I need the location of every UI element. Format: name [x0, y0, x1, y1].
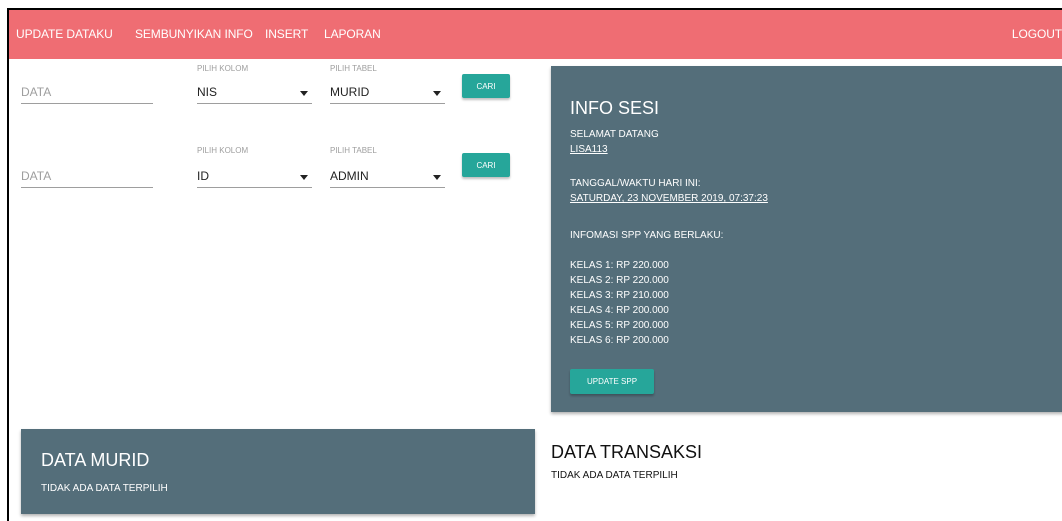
chevron-down-icon — [300, 175, 308, 180]
navbar: UPDATE DATAKU SEMBUNYIKAN INFO INSERT LA… — [9, 10, 1062, 59]
search2-kolom-label: PILIH KOLOM — [197, 146, 249, 155]
search2-data-input[interactable]: DATA — [21, 164, 153, 188]
search2-tabel-value: ADMIN — [330, 169, 369, 183]
search2-data-placeholder: DATA — [21, 169, 52, 183]
spp-row: KELAS 3: RP 210.000 — [570, 290, 669, 301]
search1-tabel-label: PILIH TABEL — [330, 64, 377, 73]
nav-update-dataku[interactable]: UPDATE DATAKU — [16, 27, 113, 41]
search2-tabel-select[interactable]: ADMIN — [330, 164, 445, 188]
chevron-down-icon — [433, 175, 441, 180]
datetime-value: SATURDAY, 23 NOVEMBER 2019, 07:37:23 — [570, 193, 768, 204]
welcome-text: SELAMAT DATANG — [570, 129, 659, 140]
spp-row: KELAS 2: RP 220.000 — [570, 275, 669, 286]
search1-cari-button[interactable]: CARI — [462, 74, 510, 98]
spp-row: KELAS 4: RP 200.000 — [570, 305, 669, 316]
nav-laporan[interactable]: LAPORAN — [324, 27, 381, 41]
chevron-down-icon — [300, 91, 308, 96]
spp-row: KELAS 6: RP 200.000 — [570, 335, 669, 346]
update-spp-button[interactable]: UPDATE SPP — [570, 369, 654, 394]
username-link[interactable]: LISA113 — [570, 144, 608, 155]
search2-cari-button[interactable]: CARI — [462, 153, 510, 177]
data-transaksi-message: TIDAK ADA DATA TERPILIH — [551, 470, 678, 481]
nav-sembunyikan-info[interactable]: SEMBUNYIKAN INFO — [135, 27, 253, 41]
search1-data-input[interactable]: DATA — [21, 80, 153, 104]
search1-kolom-label: PILIH KOLOM — [197, 64, 249, 73]
spp-label: INFOMASI SPP YANG BERLAKU: — [570, 230, 724, 241]
search1-tabel-select[interactable]: MURID — [330, 80, 445, 104]
data-transaksi-title: DATA TRANSAKSI — [551, 442, 703, 462]
data-murid-message: TIDAK ADA DATA TERPILIH — [41, 483, 168, 494]
search1-kolom-select[interactable]: NIS — [197, 80, 312, 104]
search1-tabel-value: MURID — [330, 85, 370, 99]
info-sesi-title: INFO SESI — [570, 98, 660, 118]
nav-insert[interactable]: INSERT — [265, 27, 308, 41]
search1-data-placeholder: DATA — [21, 85, 52, 99]
search2-kolom-select[interactable]: ID — [197, 164, 312, 188]
info-sesi-card: INFO SESI SELAMAT DATANG LISA113 TANGGAL… — [551, 66, 1062, 412]
spp-row: KELAS 1: RP 220.000 — [570, 260, 669, 271]
data-murid-card: DATA MURID TIDAK ADA DATA TERPILIH — [21, 429, 535, 514]
spp-row: KELAS 5: RP 200.000 — [570, 320, 669, 331]
data-murid-title: DATA MURID — [41, 450, 150, 470]
chevron-down-icon — [433, 91, 441, 96]
search2-kolom-value: ID — [197, 169, 209, 183]
app-frame: UPDATE DATAKU SEMBUNYIKAN INFO INSERT LA… — [7, 8, 1062, 521]
datetime-label: TANGGAL/WAKTU HARI INI: — [570, 178, 701, 189]
search1-kolom-value: NIS — [197, 85, 218, 99]
nav-logout[interactable]: LOGOUT — [1012, 27, 1062, 41]
search2-tabel-label: PILIH TABEL — [330, 146, 377, 155]
